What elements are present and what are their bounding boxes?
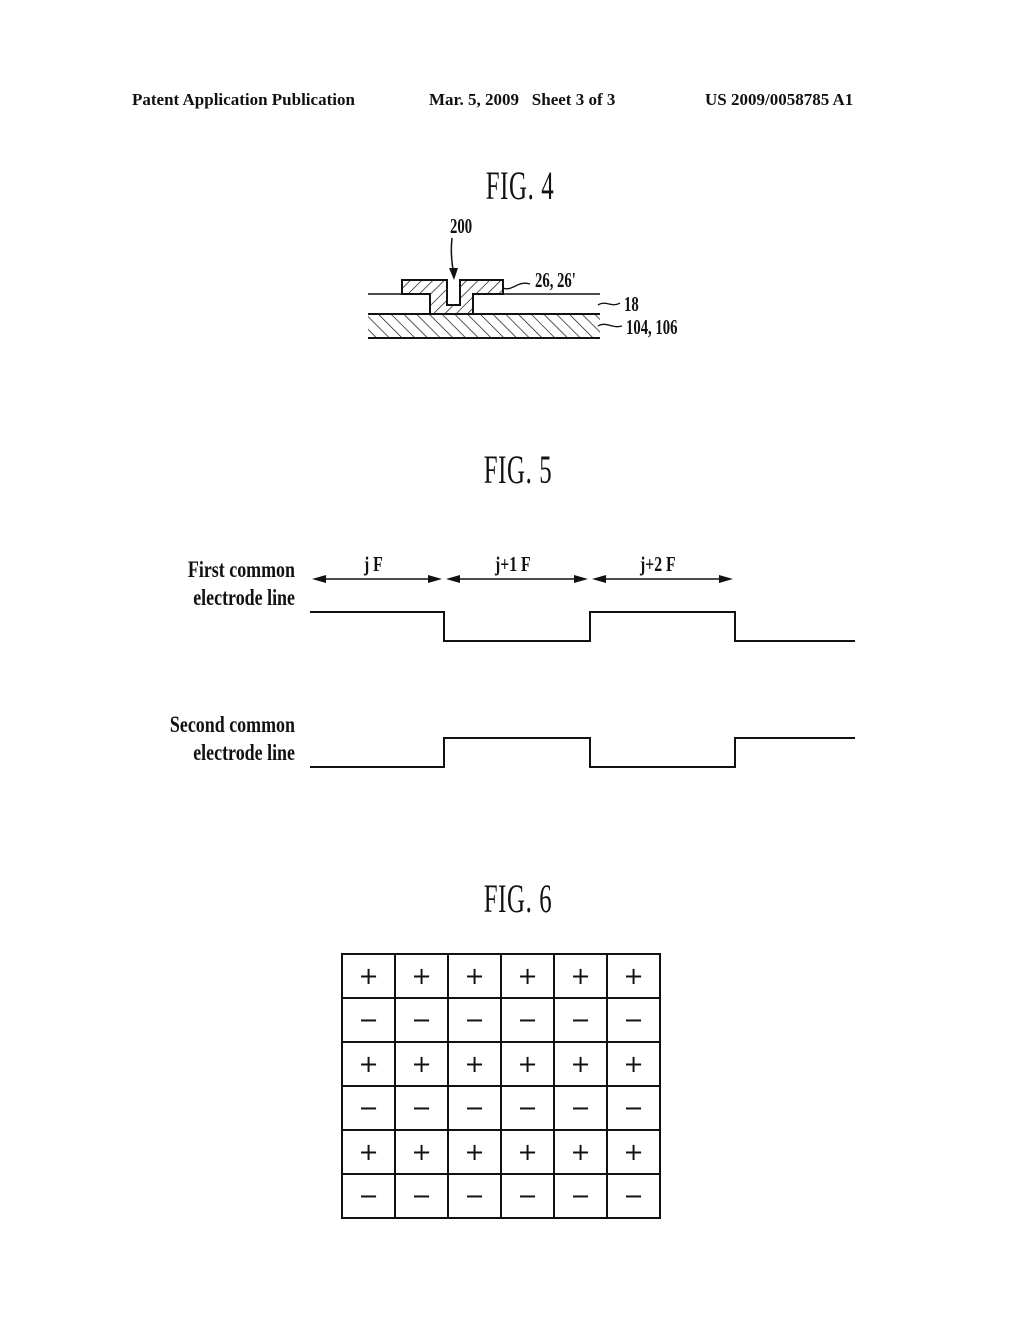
grid-cell: + (341, 1041, 396, 1087)
leader-104 (597, 323, 623, 328)
leader-18 (597, 302, 621, 306)
grid-cell: + (553, 1041, 608, 1087)
frame-label-j1: j+1 F (495, 552, 531, 576)
grid-cell: − (447, 1085, 502, 1131)
arrow-head-left (312, 575, 326, 583)
grid-cell: − (394, 1173, 449, 1219)
grid-cell: − (341, 997, 396, 1043)
grid-cell: − (394, 997, 449, 1043)
layer-104-106 (368, 314, 600, 338)
arrow-head-right (574, 575, 588, 583)
grid-cell: + (394, 953, 449, 999)
fig6-title: FIG. 6 (483, 876, 553, 921)
grid-cell: − (553, 997, 608, 1043)
grid-cell: − (447, 1173, 502, 1219)
grid-row: − − − − − − (341, 997, 661, 1043)
grid-cell: − (553, 1085, 608, 1131)
label-18: 18 (624, 292, 639, 316)
grid-cell: + (447, 953, 502, 999)
polarity-grid: + + + + + + − − − − − − + + + + + + − − − − − − + + + + + + − − − − − − (341, 953, 661, 1219)
grid-cell: + (341, 953, 396, 999)
grid-cell: + (606, 1129, 661, 1175)
grid-cell: − (606, 1173, 661, 1219)
grid-cell: + (553, 1129, 608, 1175)
grid-cell: − (553, 1173, 608, 1219)
header-patent-number: US 2009/0058785 A1 (705, 90, 854, 109)
grid-cell: + (500, 1129, 555, 1175)
grid-cell: + (606, 953, 661, 999)
layer-26-electrode (401, 279, 504, 315)
grid-cell: + (341, 1129, 396, 1175)
grid-row: − − − − − − (341, 1173, 661, 1219)
frame-label-j: j F (364, 552, 383, 576)
grid-cell: − (394, 1085, 449, 1131)
signal-label-first-line2: electrode line (193, 585, 295, 610)
grid-row: + + + + + + (341, 953, 661, 999)
fig4-title: FIG. 4 (485, 163, 555, 208)
grid-cell: − (341, 1173, 396, 1219)
fig5-title: FIG. 5 (483, 447, 553, 492)
signal-label-second-line2: electrode line (193, 740, 295, 765)
grid-cell: − (606, 1085, 661, 1131)
grid-cell: − (447, 997, 502, 1043)
frame-label-j2: j+2 F (640, 552, 676, 576)
label-200: 200 (450, 214, 473, 238)
arrow-head-left (592, 575, 606, 583)
grid-cell: − (606, 997, 661, 1043)
grid-cell: + (394, 1041, 449, 1087)
grid-cell: + (553, 953, 608, 999)
grid-row: − − − − − − (341, 1085, 661, 1131)
header-date-sheet: Mar. 5, 2009 Sheet 3 of 3 (429, 90, 616, 109)
arrow-head (449, 268, 458, 280)
grid-cell: + (500, 953, 555, 999)
signal-label-first-line1: First common (187, 557, 295, 582)
header-publication-type: Patent Application Publication (132, 90, 355, 109)
grid-cell: + (447, 1129, 502, 1175)
signal-label-second-line1: Second common (169, 712, 295, 737)
grid-cell: − (500, 997, 555, 1043)
waveform-first-common-electrode (310, 611, 855, 642)
grid-cell: − (500, 1173, 555, 1219)
grid-cell: + (447, 1041, 502, 1087)
leader-26 (502, 282, 531, 290)
signal-label-first: First common electrode line (65, 556, 295, 612)
waveform-second-common-electrode (310, 737, 855, 768)
signal-label-second: Second common electrode line (65, 711, 295, 767)
grid-row: + + + + + + (341, 1041, 661, 1087)
hole-200-arrow (450, 237, 455, 276)
arrow-head-right (428, 575, 442, 583)
label-26: 26, 26' (535, 268, 576, 292)
arrow-head-right (719, 575, 733, 583)
grid-cell: + (606, 1041, 661, 1087)
grid-cell: − (341, 1085, 396, 1131)
label-104-106: 104, 106 (626, 315, 678, 339)
grid-row: + + + + + + (341, 1129, 661, 1175)
grid-cell: + (500, 1041, 555, 1087)
arrow-head-left (446, 575, 460, 583)
grid-cell: − (500, 1085, 555, 1131)
grid-cell: + (394, 1129, 449, 1175)
